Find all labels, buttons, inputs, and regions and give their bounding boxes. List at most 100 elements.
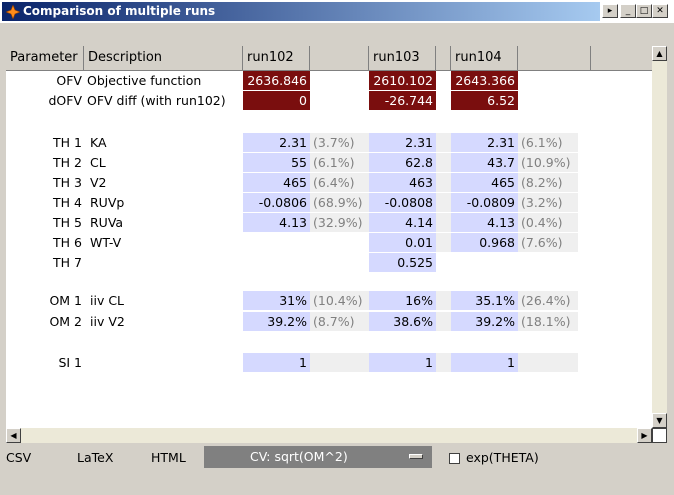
scroll-up-icon[interactable]: ▲ (652, 46, 667, 61)
estimate-cell: 4.13 (451, 213, 518, 232)
cv-cell: (32.9%) (310, 213, 369, 232)
cv-cell: (3.2%) (518, 193, 578, 212)
estimate-cell: 0.01 (369, 233, 436, 252)
estimate-cell: 0.525 (369, 253, 436, 272)
scroll-left-icon[interactable]: ◀ (6, 428, 21, 443)
estimate-cell: 43.7 (451, 153, 518, 172)
title-bar: Comparison of multiple runs ▸ _ □ ✕ (0, 0, 674, 24)
ofv-value: 2643.366 (451, 71, 518, 90)
row-label: TH 3 (53, 175, 82, 190)
cv-cell (436, 133, 451, 152)
estimate-cell: 38.6% (369, 312, 436, 331)
cv-cell (436, 213, 451, 232)
cv-cell: (6.1%) (310, 153, 369, 172)
estimate-cell: 2.31 (369, 133, 436, 152)
ofv-value: 2636.846 (243, 71, 310, 90)
dofv-value: 6.52 (451, 91, 518, 110)
estimate-cell: 465 (451, 173, 518, 192)
column-header-parameter[interactable]: Parameter (6, 46, 84, 71)
resize-corner[interactable] (652, 428, 667, 443)
row-label: OFV (56, 73, 82, 88)
row-label: TH 4 (53, 195, 82, 210)
cv-cell (436, 353, 451, 372)
pin-button[interactable]: ▸ (602, 4, 618, 18)
row-description: WT-V (90, 235, 122, 250)
row-label: TH 6 (53, 235, 82, 250)
cv-cell: (7.6%) (518, 233, 578, 252)
row-description: RUVa (90, 215, 124, 230)
html-button[interactable]: HTML (151, 446, 186, 470)
estimate-cell: 1 (369, 353, 436, 372)
row-description: iiv CL (90, 293, 125, 308)
ofv-value: 2610.102 (369, 71, 436, 90)
cv-cell (436, 233, 451, 252)
exp-theta-checkbox[interactable] (449, 453, 460, 464)
scroll-down-icon[interactable]: ▼ (652, 413, 667, 428)
minimize-button[interactable]: _ (620, 4, 636, 18)
estimate-cell: 2.31 (243, 133, 310, 152)
cv-cell: (3.7%) (310, 133, 369, 152)
cv-cell: (6.1%) (518, 133, 578, 152)
column-header-run102[interactable]: run102 (243, 46, 310, 71)
column-header-description[interactable]: Description (84, 46, 243, 71)
row-description: CL (90, 155, 106, 170)
column-header-run103-cv[interactable] (436, 46, 451, 71)
cv-cell: (8.7%) (310, 312, 369, 331)
cv-cell: (26.4%) (518, 291, 578, 310)
bottom-toolbar: CSV LaTeX HTML CV: sqrt(OM^2) exp(THETA) (6, 446, 666, 470)
estimate-cell: 2.31 (451, 133, 518, 152)
app-icon (6, 5, 20, 19)
cv-cell (310, 353, 369, 372)
estimate-cell: -0.0806 (243, 193, 310, 212)
estimate-cell: 0.968 (451, 233, 518, 252)
vertical-scrollbar[interactable]: ▲ ▼ (652, 46, 667, 428)
cv-cell: (10.9%) (518, 153, 578, 172)
row-description: Objective function (87, 73, 202, 88)
column-header-run104-cv[interactable] (518, 46, 591, 71)
cv-mode-label: CV: sqrt(OM^2) (250, 449, 348, 464)
column-header-run104[interactable]: run104 (451, 46, 518, 71)
estimate-cell: 465 (243, 173, 310, 192)
estimate-cell: 463 (369, 173, 436, 192)
dofv-value: -26.744 (369, 91, 436, 110)
maximize-button[interactable]: □ (636, 4, 652, 18)
estimate-cell: 4.13 (243, 213, 310, 232)
column-header-filler (591, 46, 652, 71)
exp-theta-label[interactable]: exp(THETA) (466, 446, 539, 470)
estimate-cell: 1 (451, 353, 518, 372)
estimate-cell: 55 (243, 153, 310, 172)
csv-button[interactable]: CSV (6, 446, 31, 470)
cv-cell: (0.4%) (518, 213, 578, 232)
row-description: KA (90, 135, 107, 150)
horizontal-scrollbar[interactable]: ◀ ▶ (6, 428, 652, 443)
cv-cell (436, 193, 451, 212)
column-header-run102-cv[interactable] (310, 46, 369, 71)
cv-cell (436, 153, 451, 172)
close-button[interactable]: ✕ (652, 4, 668, 18)
dropdown-handle-icon (409, 454, 423, 459)
estimate-cell: 39.2% (243, 312, 310, 331)
row-label: SI 1 (58, 355, 82, 370)
row-label: TH 5 (53, 215, 82, 230)
row-label: OM 1 (49, 293, 82, 308)
column-header-run103[interactable]: run103 (369, 46, 436, 71)
estimate-cell: -0.0808 (369, 193, 436, 212)
estimate-cell: 1 (243, 353, 310, 372)
latex-button[interactable]: LaTeX (77, 446, 113, 470)
estimate-cell: 16% (369, 291, 436, 310)
cv-cell (436, 312, 451, 331)
cv-cell (436, 291, 451, 310)
scroll-right-icon[interactable]: ▶ (637, 428, 652, 443)
estimate-cell: 35.1% (451, 291, 518, 310)
estimate-cell: 4.14 (369, 213, 436, 232)
cv-mode-select[interactable]: CV: sqrt(OM^2) (204, 446, 432, 468)
cv-cell: (8.2%) (518, 173, 578, 192)
comparison-table: Parameter Description run102 run103 run1… (6, 46, 652, 428)
row-description: V2 (90, 175, 107, 190)
cv-cell: (18.1%) (518, 312, 578, 331)
window-title: Comparison of multiple runs (23, 4, 216, 18)
cv-cell: (10.4%) (310, 291, 369, 310)
cv-cell: (68.9%) (310, 193, 369, 212)
row-description: RUVp (90, 195, 125, 210)
estimate-cell: 39.2% (451, 312, 518, 331)
